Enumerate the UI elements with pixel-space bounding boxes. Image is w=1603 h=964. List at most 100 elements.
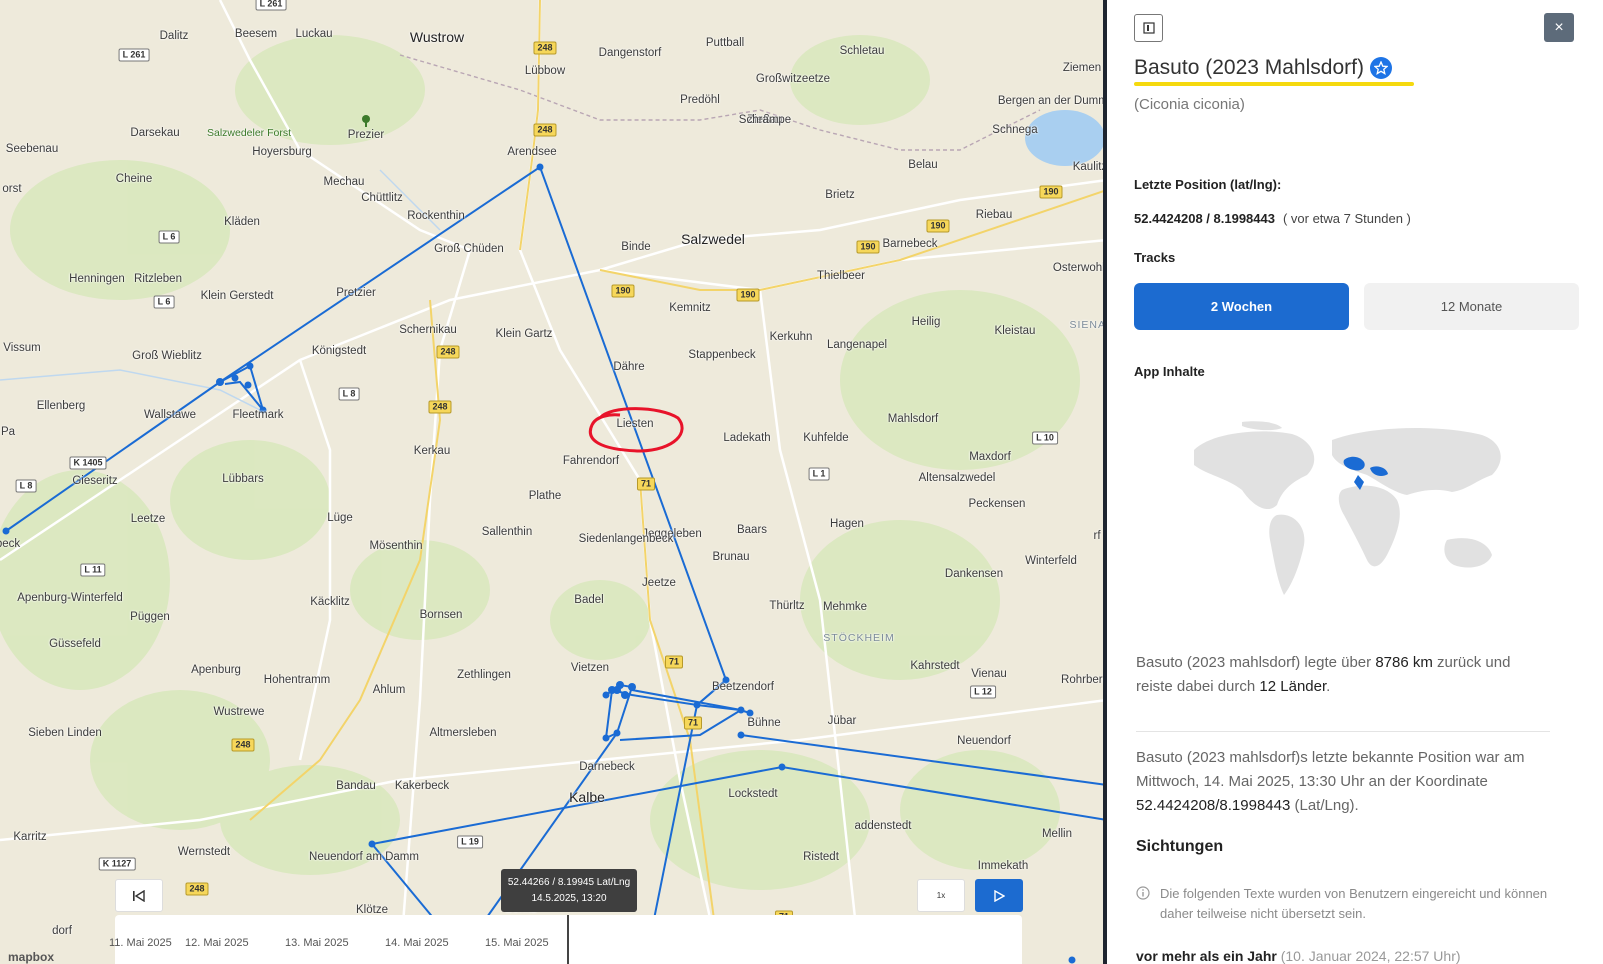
place-label: STÖCKHEIM <box>823 632 895 644</box>
play-button[interactable] <box>975 879 1023 912</box>
divider <box>1136 731 1550 732</box>
timeline-label: 14. Mai 2025 <box>385 937 449 949</box>
place-label: Ladekath <box>723 432 771 444</box>
road-shield: L 11 <box>80 563 106 577</box>
road-shield: 190 <box>856 240 880 254</box>
tracks-label: Tracks <box>1134 250 1176 265</box>
place-label: Kerkuhn <box>769 331 813 343</box>
distance-summary: Basuto (2023 mahlsdorf) legte über 8786 … <box>1136 651 1550 699</box>
toggle-sidebar-button[interactable] <box>1134 14 1163 42</box>
summary-text: . <box>1326 678 1331 695</box>
timeline[interactable]: 11. Mai 2025 12. Mai 2025 13. Mai 2025 1… <box>109 915 1022 964</box>
tab-2-weeks[interactable]: 2 Wochen <box>1134 283 1349 330</box>
title-highlight <box>1134 82 1414 86</box>
skip-back-button[interactable] <box>115 879 163 912</box>
last-known-coord: 52.4424208/8.1998443 <box>1136 797 1291 814</box>
road-shield: L 6 <box>153 295 175 309</box>
place-label: Ritzleben <box>134 273 182 285</box>
place-label: Heilig <box>911 316 941 328</box>
place-label: Ahlum <box>372 684 406 696</box>
place-label: Pa <box>0 426 16 438</box>
place-label: Pretzier <box>336 287 376 299</box>
star-badge-icon[interactable] <box>1369 57 1392 80</box>
place-label: Sallenthin <box>481 526 533 538</box>
timeline-label: 12. Mai 2025 <box>185 937 249 949</box>
place-label: Bühne <box>747 717 781 729</box>
timeline-cursor[interactable] <box>567 915 569 964</box>
road-shield: L 261 <box>255 0 287 11</box>
place-label: Königstedt <box>311 345 367 357</box>
sightings-heading: Sichtungen <box>1136 838 1224 855</box>
place-label: Wustrewe <box>213 706 265 718</box>
place-label: Ristedt <box>803 851 839 863</box>
speed-button[interactable]: 1x <box>917 879 965 912</box>
mapbox-attribution[interactable]: mapbox <box>8 950 54 964</box>
place-label: Dankensen <box>944 568 1004 580</box>
road-shield: 248 <box>428 400 452 414</box>
road-shield: 71 <box>683 716 703 730</box>
tooltip-coords: 52.44266 / 8.19945 Lat/Lng <box>507 876 631 888</box>
place-label: Mösenthin <box>369 540 423 552</box>
place-label: Wernstedt <box>177 846 231 858</box>
place-label: Neuendorf am Damm <box>309 851 419 863</box>
place-label: Salzwedeler Forst <box>206 127 292 139</box>
place-label: Lübbow <box>524 65 566 77</box>
place-label: Kaulitz <box>1072 161 1107 173</box>
sighting-entry: vor mehr als ein Jahr (10. Januar 2024, … <box>1136 948 1461 964</box>
place-label: Zethlingen <box>457 669 511 681</box>
place-label: Kalbe <box>569 789 605 805</box>
place-label: Hagen <box>830 518 864 530</box>
place-label: Schrampe <box>738 114 792 126</box>
play-icon <box>994 889 1005 902</box>
place-label: Gieseritz <box>72 475 118 487</box>
summary-text: Basuto (2023 mahlsdorf) legte über <box>1136 654 1372 671</box>
tab-12-months[interactable]: 12 Monate <box>1364 283 1579 330</box>
lake-arendsee <box>1025 110 1105 166</box>
place-label: Mahlsdorf <box>887 413 939 425</box>
place-label: Beetzendorf <box>711 681 775 693</box>
close-button[interactable]: × <box>1544 13 1574 42</box>
road-shield: 248 <box>231 738 255 752</box>
place-label: Lüge <box>327 512 353 524</box>
app-content-label: App Inhalte <box>1134 364 1205 379</box>
place-label: dorf <box>52 925 72 937</box>
place-label: Luckau <box>295 28 333 40</box>
road-shield: K 1405 <box>69 456 107 470</box>
place-label: Thielbeer <box>817 270 865 282</box>
place-label: Lockstedt <box>728 788 778 800</box>
road-shield: L 8 <box>338 387 360 401</box>
timeline-label: 13. Mai 2025 <box>285 937 349 949</box>
place-label: Belau <box>908 159 938 171</box>
road-shield: L 8 <box>15 479 37 493</box>
place-label: Maxdorf <box>969 451 1011 463</box>
sidebar-icon <box>1142 22 1155 34</box>
map-view[interactable]: Dalitz Beesem Luckau Wustrow Dangenstorf Putt… <box>0 0 1107 964</box>
road-shield: L 261 <box>118 48 150 62</box>
place-label: Neuendorf <box>957 735 1011 747</box>
place-label: Dähre <box>613 361 645 373</box>
place-label: Schnega <box>992 124 1038 136</box>
place-label: Stappenbeck <box>688 349 756 361</box>
road-shield: 248 <box>533 41 557 55</box>
scientific-name: (Ciconia ciconia) <box>1134 96 1245 113</box>
place-label: Altmersleben <box>429 727 497 739</box>
last-position-label: Letzte Position (lat/lng): <box>1134 177 1282 192</box>
place-label: Groß Wieblitz <box>132 350 202 362</box>
last-position-ago: ( vor etwa 7 Stunden ) <box>1282 211 1411 226</box>
road-shield: L 12 <box>970 685 996 699</box>
place-label: Liesten <box>616 418 654 430</box>
sightings-note: Die folgenden Texte wurden von Benutzern… <box>1136 884 1556 924</box>
place-label: Bandau <box>336 780 376 792</box>
place-label: SIENAU <box>1069 319 1107 331</box>
road-shield: L 10 <box>1032 431 1058 445</box>
road-shield: 190 <box>1039 185 1063 199</box>
place-label: Käcklitz <box>310 596 350 608</box>
place-label: Jeetze <box>642 577 676 589</box>
sighting-ago: vor mehr als ein Jahr <box>1136 948 1277 964</box>
place-label: beck <box>0 538 21 550</box>
place-label: Riebau <box>975 209 1013 221</box>
sightings-note-text: Die folgenden Texte wurden von Benutzern… <box>1160 886 1548 921</box>
place-label: Thürltz <box>769 600 805 612</box>
place-label: Mellin <box>1041 828 1073 840</box>
place-label: Schletau <box>839 45 885 57</box>
